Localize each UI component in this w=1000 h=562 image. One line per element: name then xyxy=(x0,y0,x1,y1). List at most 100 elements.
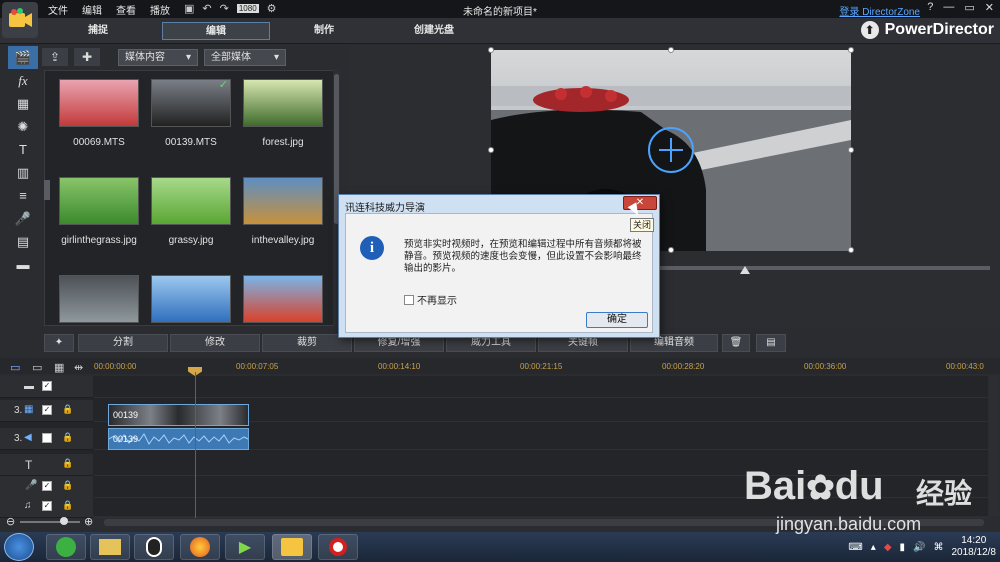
media-thumbnail[interactable] xyxy=(151,275,231,323)
panel-collapse-handle[interactable] xyxy=(44,180,50,200)
track-enable-checkbox[interactable]: ✓ xyxy=(42,481,52,491)
audio-clip[interactable]: 00139 xyxy=(108,428,249,450)
keyboard-icon[interactable]: ⌨ xyxy=(848,542,862,553)
lock-icon[interactable]: 🔒 xyxy=(62,500,73,511)
resize-handle[interactable] xyxy=(848,147,854,153)
split-button[interactable]: 分割 xyxy=(78,334,168,352)
timeline-vertical-scrollbar[interactable] xyxy=(989,376,999,516)
timeline-ruler[interactable]: 00:00:00:00 00:00:07:05 00:00:14:10 00:00:2… xyxy=(94,358,990,374)
taskbar-recorder-icon[interactable] xyxy=(318,534,358,560)
minimize-button[interactable]: — xyxy=(943,1,954,14)
ime-icon[interactable]: ⌘ xyxy=(934,542,944,553)
resolution-icon[interactable]: 1080 xyxy=(236,4,259,13)
track-enable-checkbox[interactable]: ✓ xyxy=(42,501,52,511)
media-thumbnail[interactable] xyxy=(243,177,323,225)
maximize-button[interactable]: ▭ xyxy=(964,1,974,14)
ok-button[interactable]: 确定 xyxy=(586,312,648,328)
lock-icon[interactable]: 🔒 xyxy=(62,432,73,443)
track-enable-checkbox[interactable]: ✓ xyxy=(42,381,52,391)
taskbar-media-icon[interactable]: ▶ xyxy=(225,534,265,560)
menu-view[interactable]: 查看 xyxy=(116,2,136,17)
clock[interactable]: 14:20 2018/12/8 xyxy=(952,535,997,559)
resize-handle[interactable] xyxy=(488,47,494,53)
resize-handle[interactable] xyxy=(668,47,674,53)
particle-room-icon[interactable]: ✺ xyxy=(8,115,38,138)
track-enable-checkbox[interactable] xyxy=(42,433,52,443)
security-icon[interactable]: ◆ xyxy=(884,542,892,553)
close-window-button[interactable]: ✕ xyxy=(985,1,994,14)
zoom-knob[interactable] xyxy=(60,517,68,525)
network-icon[interactable]: ▮ xyxy=(900,542,906,553)
track-lane[interactable] xyxy=(94,454,988,476)
track-manager-icon[interactable]: ▦ xyxy=(54,361,64,374)
tab-capture[interactable]: 捕捉 xyxy=(44,22,152,40)
volume-icon[interactable]: 🔊 xyxy=(913,542,925,553)
subtitle-room-icon[interactable]: ▬ xyxy=(8,253,38,276)
lock-icon[interactable]: 🔒 xyxy=(62,458,73,469)
chapter-room-icon[interactable]: ▤ xyxy=(8,230,38,253)
track-enable-checkbox[interactable]: ✓ xyxy=(42,405,52,415)
start-button[interactable] xyxy=(4,533,34,561)
media-room-icon[interactable]: 🎬 xyxy=(8,46,38,69)
resize-handle[interactable] xyxy=(848,247,854,253)
storyboard-view-icon[interactable]: ▭ xyxy=(32,361,42,374)
settings-gear-icon[interactable]: ⚙ xyxy=(267,2,277,15)
media-thumbnail[interactable] xyxy=(243,275,323,323)
checkbox-box[interactable] xyxy=(404,294,414,305)
pip-room-icon[interactable]: ▦ xyxy=(8,92,38,115)
track-lane[interactable] xyxy=(94,376,988,398)
track-lane[interactable] xyxy=(94,476,988,498)
plugin-icon[interactable]: ✚ xyxy=(74,48,100,66)
save-icon[interactable]: ▣ xyxy=(184,2,194,15)
media-thumbnail[interactable] xyxy=(59,79,139,127)
seek-slider-knob[interactable] xyxy=(740,266,750,274)
redo-icon[interactable]: ↷ xyxy=(220,2,229,15)
taskbar-explorer-icon[interactable] xyxy=(90,534,130,560)
timeline-view-icon[interactable]: ▭ xyxy=(10,361,20,374)
lock-icon[interactable]: 🔒 xyxy=(62,480,73,491)
resize-handle[interactable] xyxy=(668,247,674,253)
taskbar-app-360-icon[interactable] xyxy=(46,534,86,560)
taskbar-powerdirector-icon[interactable] xyxy=(272,534,312,560)
transition-room-icon[interactable]: ▥ xyxy=(8,161,38,184)
tab-produce[interactable]: 制作 xyxy=(270,22,378,40)
help-button[interactable]: ? xyxy=(927,1,933,14)
lock-icon[interactable]: 🔒 xyxy=(62,404,73,415)
up-arrow-icon[interactable]: ▴ xyxy=(871,542,876,553)
fit-timeline-icon[interactable]: ⇹ xyxy=(74,361,83,374)
tab-create-disc[interactable]: 创建光盘 xyxy=(380,22,488,40)
menu-play[interactable]: 播放 xyxy=(150,2,170,17)
upload-arrow-icon[interactable]: ⬆ xyxy=(860,21,879,39)
modify-button[interactable]: 修改 xyxy=(170,334,260,352)
resize-handle[interactable] xyxy=(488,147,494,153)
menu-file[interactable]: 文件 xyxy=(48,2,68,17)
dont-show-again-checkbox[interactable]: 不再显示 xyxy=(404,292,457,307)
title-room-icon[interactable]: T xyxy=(8,138,38,161)
taskbar-qq-icon[interactable] xyxy=(134,534,174,560)
track-lane[interactable] xyxy=(94,496,988,518)
media-thumbnail[interactable]: ✓ xyxy=(151,79,231,127)
menu-edit[interactable]: 编辑 xyxy=(82,2,102,17)
magic-tools-button[interactable]: ✦ xyxy=(44,334,74,352)
produce-range-icon[interactable]: ▤ xyxy=(756,334,786,352)
video-clip[interactable]: 00139 xyxy=(108,404,249,426)
media-thumbnail[interactable] xyxy=(151,177,231,225)
zoom-out-icon[interactable]: ⊖ xyxy=(6,515,15,528)
voice-over-icon[interactable]: 🎤 xyxy=(8,207,38,230)
trash-icon[interactable]: 🗑 xyxy=(722,334,750,352)
timeline-zoom-slider[interactable]: ⊖ ⊕ xyxy=(6,516,96,528)
media-thumbnail[interactable] xyxy=(243,79,323,127)
media-type-dropdown[interactable]: 媒体内容 ▾ xyxy=(118,48,198,66)
undo-icon[interactable]: ↶ xyxy=(202,2,211,15)
tab-edit[interactable]: 编辑 xyxy=(162,22,270,40)
media-thumbnail[interactable] xyxy=(59,275,139,323)
timeline-horizontal-scrollbar[interactable] xyxy=(104,519,984,526)
media-filter-dropdown[interactable]: 全部媒体 ▾ xyxy=(204,48,286,66)
import-media-icon[interactable]: ⇪ xyxy=(42,48,68,66)
login-directorzone-link[interactable]: 登录 DirectorZone xyxy=(839,3,920,18)
zoom-in-icon[interactable]: ⊕ xyxy=(84,515,93,528)
media-thumbnail[interactable] xyxy=(59,177,139,225)
taskbar-firefox-icon[interactable] xyxy=(180,534,220,560)
audio-mixing-icon[interactable]: ≡ xyxy=(8,184,38,207)
fx-room-icon[interactable]: fx xyxy=(8,69,38,92)
